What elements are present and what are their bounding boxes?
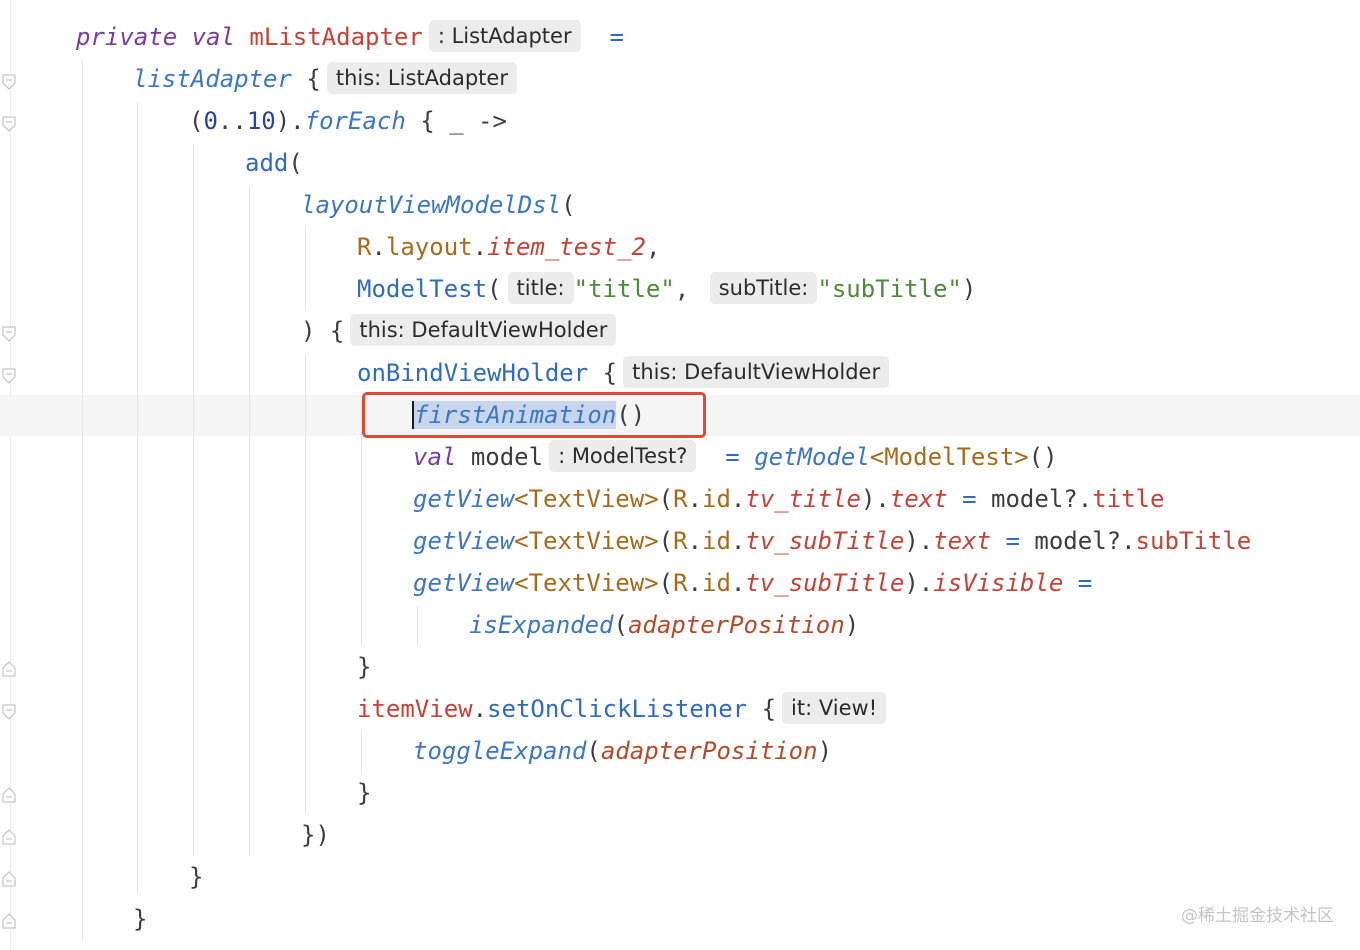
keyword: val bbox=[191, 23, 235, 51]
code-line-7[interactable]: ModelTest(title: "title", subTitle: "subTi… bbox=[357, 268, 976, 310]
function-call: getView bbox=[413, 527, 515, 555]
indent-guide bbox=[137, 102, 138, 894]
param-hint: title: bbox=[507, 272, 574, 304]
code-line-6[interactable]: R.layout.item_test_2, bbox=[357, 226, 660, 268]
identifier: itemView bbox=[357, 695, 473, 723]
code-line-2[interactable]: listAdapter {this: ListAdapter bbox=[133, 58, 517, 100]
fold-open-icon[interactable] bbox=[2, 704, 16, 720]
function-call: forEach bbox=[304, 107, 406, 135]
string: "title" bbox=[573, 275, 675, 303]
code-line-19[interactable]: } bbox=[357, 772, 371, 814]
receiver-hint: this: DefaultViewHolder bbox=[350, 314, 617, 346]
function-call: onBindViewHolder bbox=[357, 359, 589, 387]
code-line-9[interactable]: onBindViewHolder {this: DefaultViewHolde… bbox=[357, 352, 890, 394]
field: tv_subTitle bbox=[745, 569, 905, 597]
field: tv_subTitle bbox=[745, 527, 905, 555]
code-line-8[interactable]: ) {this: DefaultViewHolder bbox=[301, 310, 617, 352]
fold-close-icon[interactable] bbox=[2, 871, 16, 887]
identifier: model bbox=[470, 443, 544, 471]
property: subTitle bbox=[1135, 527, 1252, 555]
code-line-5[interactable]: layoutViewModelDsl( bbox=[301, 184, 576, 226]
type-arg: ModelTest bbox=[884, 443, 1015, 471]
fold-close-icon[interactable] bbox=[2, 829, 16, 845]
property: text bbox=[933, 527, 992, 555]
property: text bbox=[889, 485, 948, 513]
function-call: getView bbox=[413, 485, 515, 513]
code-line-14[interactable]: getView<TextView>(R.id.tv_subTitle).isVi… bbox=[413, 562, 1092, 604]
type-arg: TextView bbox=[528, 569, 645, 597]
code-line-4[interactable]: add( bbox=[245, 142, 303, 184]
function-call: layoutViewModelDsl bbox=[301, 191, 562, 219]
lambda-param-hint: it: View! bbox=[782, 692, 887, 724]
indent-guide bbox=[417, 606, 418, 646]
number: 10 bbox=[246, 107, 276, 135]
class-ref: layout bbox=[385, 233, 473, 261]
function-call: getModel bbox=[754, 443, 870, 471]
field: tv_title bbox=[745, 485, 861, 513]
indent-guide bbox=[249, 186, 250, 856]
code-line-11[interactable]: val model: ModelTest? = getModel<ModelTe… bbox=[413, 436, 1058, 478]
indent-guide bbox=[305, 228, 306, 308]
fold-close-icon[interactable] bbox=[2, 661, 16, 677]
code-line-22[interactable]: } bbox=[133, 898, 147, 940]
editor-gutter bbox=[0, 0, 22, 950]
code-line-3[interactable]: (0..10).forEach { _ -> bbox=[189, 100, 507, 142]
operator: = bbox=[609, 23, 624, 51]
code-line-16[interactable]: } bbox=[357, 646, 371, 688]
number: 0 bbox=[203, 107, 218, 135]
string: "subTitle" bbox=[817, 275, 962, 303]
property: isVisible bbox=[933, 569, 1064, 597]
code-editor[interactable]: private val mListAdapter: ListAdapter = … bbox=[0, 0, 1360, 950]
fold-close-icon[interactable] bbox=[2, 913, 16, 929]
code-line-13[interactable]: getView<TextView>(R.id.tv_subTitle).text… bbox=[413, 520, 1251, 562]
code-line-17[interactable]: itemView.setOnClickListener {it: View! bbox=[357, 688, 887, 730]
fold-open-icon[interactable] bbox=[2, 368, 16, 384]
indent-guide bbox=[193, 144, 194, 856]
indent-guide bbox=[305, 354, 306, 814]
receiver-hint: this: DefaultViewHolder bbox=[623, 356, 890, 388]
fold-open-icon[interactable] bbox=[2, 116, 16, 132]
indent-guide bbox=[82, 60, 83, 942]
argument: adapterPosition bbox=[627, 611, 845, 639]
property: title bbox=[1092, 485, 1165, 513]
fold-close-icon[interactable] bbox=[2, 787, 16, 803]
keyword: val bbox=[413, 443, 457, 471]
highlight-annotation-box bbox=[362, 392, 706, 438]
operator: = bbox=[725, 443, 740, 471]
function-call: listAdapter bbox=[133, 65, 292, 93]
code-line-20[interactable]: }) bbox=[301, 814, 330, 856]
function-call: getView bbox=[413, 569, 515, 597]
code-line-15[interactable]: isExpanded(adapterPosition) bbox=[469, 604, 859, 646]
param-hint: subTitle: bbox=[709, 272, 818, 304]
brace: { bbox=[306, 65, 321, 93]
code-line-12[interactable]: getView<TextView>(R.id.tv_title).text = … bbox=[413, 478, 1164, 520]
keyword: private bbox=[76, 23, 178, 51]
fold-open-icon[interactable] bbox=[2, 326, 16, 342]
identifier: mListAdapter bbox=[249, 23, 423, 51]
function-call: setOnClickListener bbox=[487, 695, 748, 723]
function-call: add bbox=[245, 149, 289, 177]
code-line-18[interactable]: toggleExpand(adapterPosition) bbox=[413, 730, 832, 772]
type-hint: : ModelTest? bbox=[549, 440, 697, 472]
code-line-21[interactable]: } bbox=[189, 856, 203, 898]
type-arg: TextView bbox=[528, 527, 645, 555]
watermark: @稀土掘金技术社区 bbox=[1181, 906, 1334, 926]
class-ref: ModelTest bbox=[357, 275, 488, 303]
field: item_test_2 bbox=[487, 233, 647, 261]
class-ref: R bbox=[357, 233, 372, 261]
indent-guide bbox=[361, 732, 362, 772]
receiver-hint: this: ListAdapter bbox=[326, 62, 517, 94]
type-arg: TextView bbox=[528, 485, 645, 513]
fold-open-icon[interactable] bbox=[2, 74, 16, 90]
function-call: isExpanded bbox=[469, 611, 614, 639]
argument: adapterPosition bbox=[600, 737, 818, 765]
type-hint: : ListAdapter bbox=[428, 20, 581, 52]
function-call: toggleExpand bbox=[413, 737, 587, 765]
code-line-1[interactable]: private val mListAdapter: ListAdapter = bbox=[76, 16, 624, 58]
